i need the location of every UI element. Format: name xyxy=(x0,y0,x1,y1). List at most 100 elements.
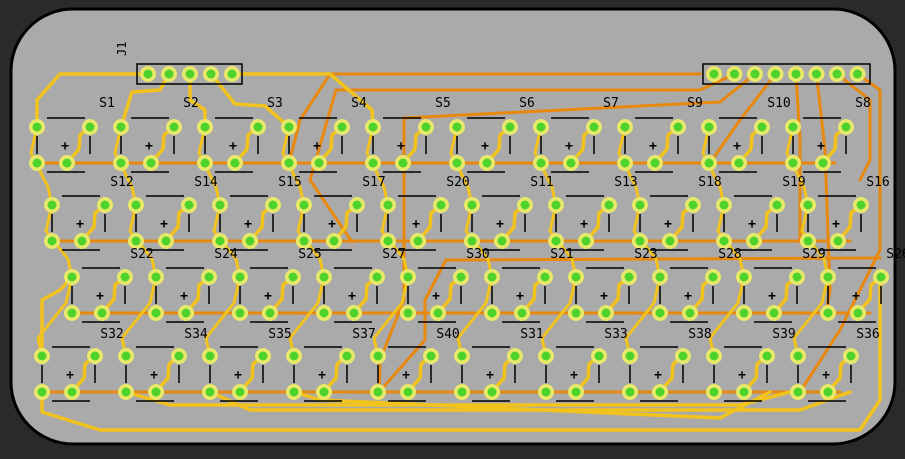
pad xyxy=(265,197,281,213)
pad-center xyxy=(90,351,100,361)
pad-center xyxy=(368,158,378,168)
pad xyxy=(34,348,50,364)
pad xyxy=(296,197,312,213)
pad xyxy=(563,155,579,171)
pad-center xyxy=(67,308,77,318)
switch-label: S37 xyxy=(352,327,375,342)
pad-center xyxy=(833,236,843,246)
pad xyxy=(400,305,416,321)
pad-center xyxy=(373,351,383,361)
pad-center xyxy=(551,200,561,210)
pad xyxy=(311,155,327,171)
pad xyxy=(212,197,228,213)
pad-center xyxy=(788,158,798,168)
pad-center xyxy=(709,387,719,397)
pad xyxy=(34,384,50,400)
pad xyxy=(433,197,449,213)
pad-center xyxy=(284,158,294,168)
switch-label: S10 xyxy=(767,96,790,111)
pad xyxy=(601,197,617,213)
pad-center xyxy=(665,236,675,246)
diode-polarity-mark: + xyxy=(264,289,272,304)
switch-label: S14 xyxy=(194,175,218,190)
pad xyxy=(118,384,134,400)
pad-center xyxy=(204,272,214,282)
switch-label: S27 xyxy=(382,247,405,262)
diode-polarity-mark: + xyxy=(832,217,840,232)
pad-center xyxy=(803,200,813,210)
diode-polarity-mark: + xyxy=(76,217,84,232)
pad-center xyxy=(456,272,466,282)
pad-center xyxy=(329,236,339,246)
diode-polarity-mark: + xyxy=(432,289,440,304)
pad-center xyxy=(368,122,378,132)
pad xyxy=(652,305,668,321)
pad-center xyxy=(258,351,268,361)
pad-center xyxy=(116,122,126,132)
pad xyxy=(617,155,633,171)
switch-label: S28 xyxy=(718,247,741,262)
diode-polarity-mark: + xyxy=(402,368,410,383)
pad xyxy=(197,155,213,171)
pad xyxy=(759,348,775,364)
pad-center xyxy=(288,272,298,282)
pad xyxy=(232,384,248,400)
pad-center xyxy=(604,200,614,210)
pad xyxy=(64,305,80,321)
pad xyxy=(517,197,533,213)
pad-center xyxy=(467,236,477,246)
pad-center xyxy=(352,200,362,210)
pad xyxy=(617,119,633,135)
pad-center xyxy=(739,387,749,397)
pad-center xyxy=(131,236,141,246)
pad-center xyxy=(655,308,665,318)
pad-center xyxy=(67,272,77,282)
pad-center xyxy=(452,158,462,168)
pad xyxy=(647,155,663,171)
pad xyxy=(250,119,266,135)
pad-center xyxy=(823,308,833,318)
pad xyxy=(731,155,747,171)
diode-polarity-mark: + xyxy=(738,368,746,383)
diode-polarity-mark: + xyxy=(244,217,252,232)
pad xyxy=(769,197,785,213)
connector-j1-label: J1 xyxy=(115,42,129,56)
pad xyxy=(568,269,584,285)
pad-center xyxy=(536,158,546,168)
diode-polarity-mark: + xyxy=(328,217,336,232)
pad-center xyxy=(673,122,683,132)
pad-center xyxy=(739,308,749,318)
pad-center xyxy=(289,351,299,361)
switch-label: S21 xyxy=(550,247,573,262)
pad-center xyxy=(230,158,240,168)
pad xyxy=(326,233,342,249)
pad-center xyxy=(876,272,886,282)
pad xyxy=(158,233,174,249)
pad-center xyxy=(841,122,851,132)
pad-center xyxy=(205,351,215,361)
pad xyxy=(853,197,869,213)
pad xyxy=(418,119,434,135)
diode-polarity-mark: + xyxy=(313,139,321,154)
pad xyxy=(514,305,530,321)
diode-polarity-mark: + xyxy=(570,368,578,383)
pad-center xyxy=(200,158,210,168)
pad xyxy=(675,348,691,364)
pad-center xyxy=(452,122,462,132)
pad-center xyxy=(253,122,263,132)
diode-polarity-mark: + xyxy=(496,217,504,232)
pad-center xyxy=(823,272,833,282)
pad xyxy=(369,269,385,285)
switch-label: S6 xyxy=(519,96,535,111)
pad-center xyxy=(757,122,767,132)
pad-center xyxy=(566,158,576,168)
pad-center xyxy=(184,200,194,210)
pad-center xyxy=(853,308,863,318)
pad xyxy=(494,233,510,249)
pad xyxy=(754,119,770,135)
pad-center xyxy=(635,236,645,246)
pad xyxy=(286,348,302,364)
diode-polarity-mark: + xyxy=(654,368,662,383)
pad xyxy=(227,155,243,171)
pad xyxy=(652,269,668,285)
